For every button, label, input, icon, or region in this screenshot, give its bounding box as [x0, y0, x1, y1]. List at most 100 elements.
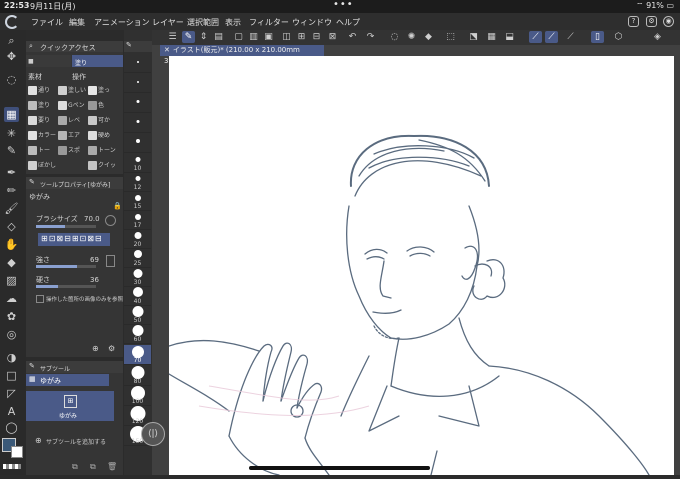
brush-size-item[interactable]: 15: [124, 191, 151, 211]
brush-size-item[interactable]: 30: [124, 267, 151, 287]
quick-item[interactable]: 塗り: [28, 99, 56, 112]
quick-item[interactable]: トーン: [88, 144, 116, 157]
transparent-color-icon[interactable]: [3, 464, 21, 469]
add-subtool-icon[interactable]: ⊕: [35, 436, 42, 445]
quick-item[interactable]: 塗っ: [88, 84, 116, 97]
strength-value[interactable]: 69: [90, 256, 99, 264]
account-icon[interactable]: ◉: [663, 16, 674, 27]
quick-item[interactable]: Gペン: [58, 99, 86, 112]
quick-access-tab-selected[interactable]: 塗り: [72, 55, 123, 67]
settings-icon[interactable]: ⚙: [646, 16, 657, 27]
transform-icon[interactable]: ⬚: [444, 31, 457, 43]
gradient-tool-icon[interactable]: ▨: [4, 273, 19, 288]
brush-size-item-selected[interactable]: 70: [124, 345, 151, 365]
layer-copy-icon[interactable]: ⊟: [310, 31, 323, 43]
trash-icon[interactable]: 🗑: [107, 462, 117, 471]
stabilize-icon[interactable]: ⟋: [529, 31, 542, 43]
sub-color-swatch[interactable]: [11, 446, 23, 458]
quick-item[interactable]: 塗しい: [58, 84, 86, 97]
add-subtool-label[interactable]: サブツールを追加する: [46, 437, 106, 446]
quick-item[interactable]: クイッ: [88, 159, 116, 172]
zoom-tool-icon[interactable]: ⌕: [4, 33, 19, 48]
fill-icon[interactable]: ◆: [422, 31, 435, 43]
reference-checkbox[interactable]: [36, 295, 44, 303]
menu-file[interactable]: ファイル: [31, 17, 63, 28]
drawing-canvas[interactable]: [168, 56, 674, 476]
brush-size-item[interactable]: 100: [124, 386, 151, 406]
liquify-mode-selector[interactable]: ⊞⊡⊠⊟⊞⊡⊠⊟: [38, 233, 110, 246]
crop-icon[interactable]: ⬔: [467, 31, 480, 43]
strength-pressure-icon[interactable]: [106, 255, 115, 267]
quick-item[interactable]: 要り: [28, 114, 56, 127]
device-icon[interactable]: ▯: [591, 31, 604, 43]
layer-add-icon[interactable]: ⊞: [295, 31, 308, 43]
brush-size-item[interactable]: [124, 133, 151, 153]
brush-size-item[interactable]: [124, 53, 151, 73]
undo-icon[interactable]: ↶: [346, 31, 359, 43]
lasso-tool-icon[interactable]: ◌: [4, 72, 19, 87]
quick-access-tab-1[interactable]: ■: [26, 55, 71, 67]
layer-merge-icon[interactable]: ⊠: [326, 31, 339, 43]
brush-tool-icon[interactable]: 🖌: [4, 201, 19, 216]
tool-settings-icon[interactable]: ⚙: [108, 344, 115, 353]
info-detail-icon[interactable]: ⊕: [92, 344, 99, 353]
copy-icon[interactable]: ⧉: [72, 462, 78, 472]
airbrush-tool-icon[interactable]: ☁: [4, 291, 19, 306]
brush-size-item[interactable]: [124, 73, 151, 93]
pen-tool-icon[interactable]: ✒: [4, 165, 19, 180]
quick-item[interactable]: 色: [88, 99, 116, 112]
deselect-icon[interactable]: ◌: [388, 31, 401, 43]
save-icon[interactable]: ▣: [262, 31, 275, 43]
brush-size-slider[interactable]: [36, 225, 96, 228]
brush-size-item[interactable]: 80: [124, 366, 151, 386]
brush-size-item[interactable]: 25: [124, 248, 151, 268]
brush-size-item[interactable]: 17: [124, 210, 151, 230]
menu-animation[interactable]: アニメーション: [94, 17, 150, 28]
grid-icon[interactable]: ▦: [485, 31, 498, 43]
menu-icon[interactable]: ☰: [166, 31, 179, 43]
frame-tool-icon[interactable]: □: [4, 368, 19, 383]
quick-item[interactable]: レベ: [58, 114, 86, 127]
quick-item[interactable]: カラー: [28, 129, 56, 142]
menu-view[interactable]: 表示: [225, 17, 241, 28]
help-icon[interactable]: ⬡: [612, 31, 625, 43]
multitask-dots[interactable]: •••: [333, 0, 354, 10]
hardness-slider[interactable]: [36, 285, 96, 288]
quick-item[interactable]: 通り: [28, 84, 56, 97]
hardness-value[interactable]: 36: [90, 276, 99, 284]
quick-item[interactable]: 可か: [88, 114, 116, 127]
ruler-tool-icon[interactable]: ◸: [4, 386, 19, 401]
brush-size-item[interactable]: 12: [124, 172, 151, 192]
text-tool-icon[interactable]: A: [4, 404, 19, 419]
layer-icon[interactable]: ◫: [280, 31, 293, 43]
panel-toggle-handle-icon[interactable]: ⟨|⟩: [141, 422, 165, 446]
brush-size-value[interactable]: 70.0: [84, 215, 100, 223]
pen-mode-icon[interactable]: ✎: [182, 31, 195, 43]
strength-slider[interactable]: [36, 265, 96, 268]
operation-tool-icon[interactable]: ◑: [4, 350, 19, 365]
menu-edit[interactable]: 編集: [69, 17, 85, 28]
edit-menu-icon[interactable]: ▤: [212, 31, 225, 43]
open-file-icon[interactable]: ▥: [247, 31, 260, 43]
quick-item[interactable]: エア: [58, 129, 86, 142]
new-file-icon[interactable]: ▢: [232, 31, 245, 43]
brush-size-item[interactable]: 20: [124, 229, 151, 249]
figure-tool-icon[interactable]: ◎: [4, 327, 19, 342]
move-tool-icon[interactable]: ✥: [4, 49, 19, 64]
switch-icon[interactable]: ⇕: [197, 31, 210, 43]
ruler-snap-icon[interactable]: ⟋: [564, 31, 577, 43]
app-logo-icon[interactable]: [5, 15, 19, 29]
fill-tool-icon[interactable]: ◆: [4, 255, 19, 270]
brush-size-preview-icon[interactable]: [105, 215, 116, 226]
blend-tool-icon[interactable]: ✋: [4, 237, 19, 252]
sub-tool-item-selected[interactable]: ⊞ ゆがみ: [26, 391, 114, 421]
menu-layer[interactable]: レイヤー: [152, 17, 184, 28]
menu-help[interactable]: ヘルプ: [336, 17, 360, 28]
brush-size-item[interactable]: 50: [124, 305, 151, 325]
quick-item[interactable]: トー: [28, 144, 56, 157]
menu-window[interactable]: ウィンドウ: [292, 17, 332, 28]
lock-icon[interactable]: 🔒: [113, 202, 122, 210]
vector-snap-icon[interactable]: ⟋: [545, 31, 558, 43]
eyedropper-icon[interactable]: ✎: [4, 143, 19, 158]
redo-icon[interactable]: ↷: [364, 31, 377, 43]
